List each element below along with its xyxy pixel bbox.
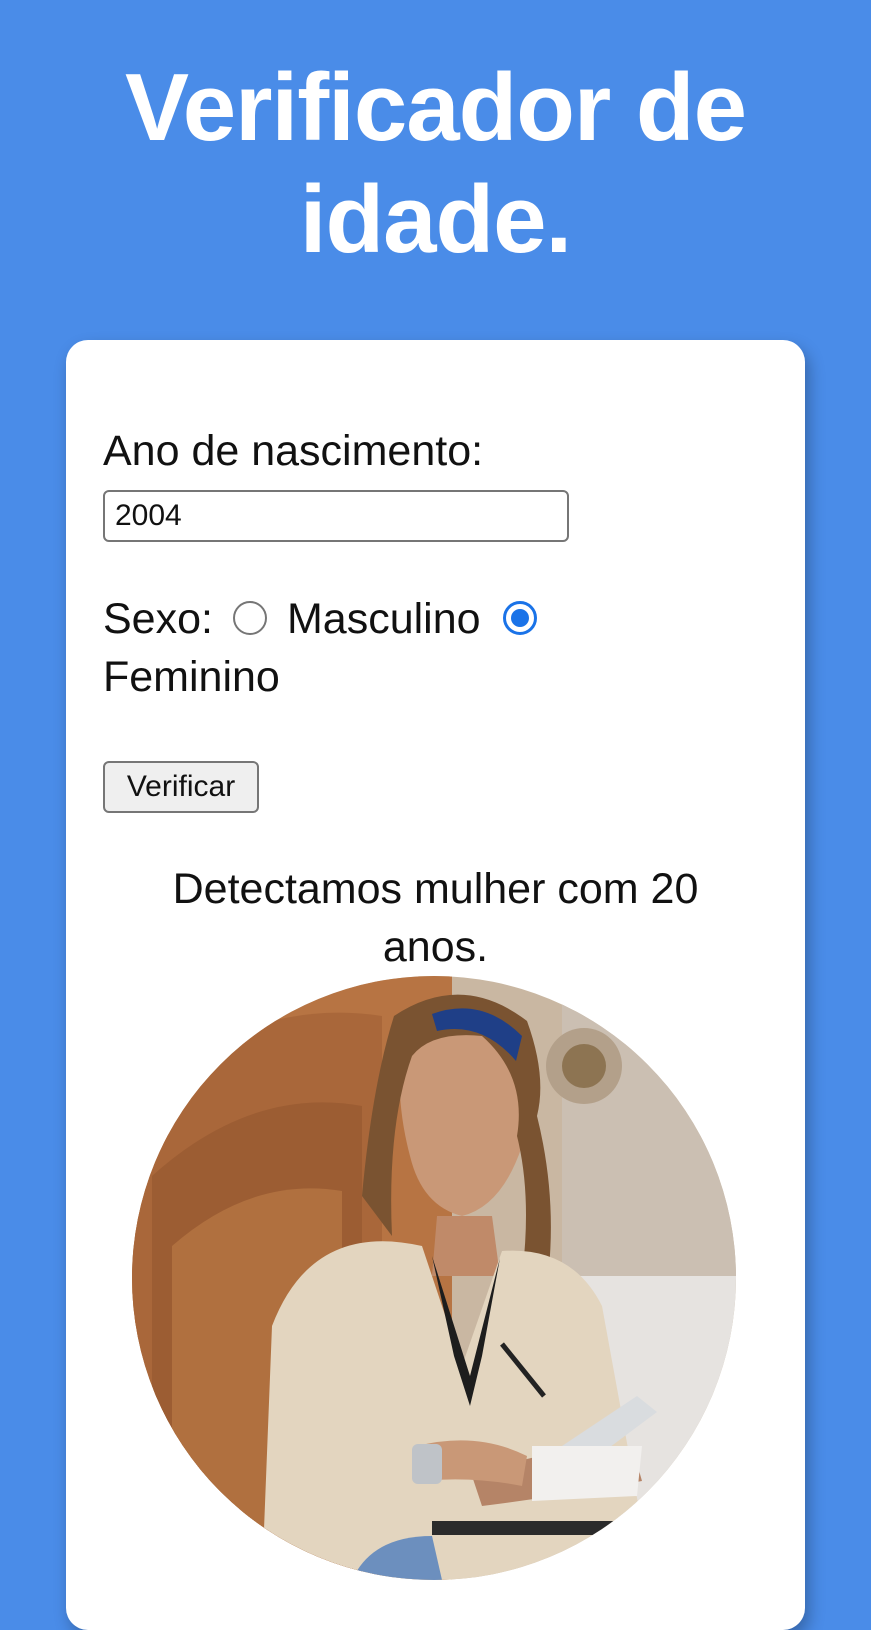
birth-year-label: Ano de nascimento: (103, 427, 484, 475)
radio-feminino[interactable] (502, 601, 537, 635)
result-photo (132, 976, 736, 1580)
sex-label: Sexo: (103, 595, 213, 643)
sex-field: Sexo: Masculino Feminino (103, 590, 703, 706)
woman-photo-image (132, 976, 736, 1580)
radio-masculino[interactable] (232, 601, 267, 635)
form-card: Ano de nascimento: Sexo: Masculino Femini… (66, 340, 805, 1630)
page-title: Verificador de idade. (125, 54, 747, 273)
result-message: Detectamos mulher com 20 anos. (172, 865, 699, 971)
verify-button[interactable]: Verificar (103, 761, 259, 813)
radio-masculino-label[interactable]: Masculino (287, 595, 481, 643)
radio-feminino-label[interactable]: Feminino (103, 653, 280, 701)
birth-year-input[interactable] (103, 490, 569, 542)
